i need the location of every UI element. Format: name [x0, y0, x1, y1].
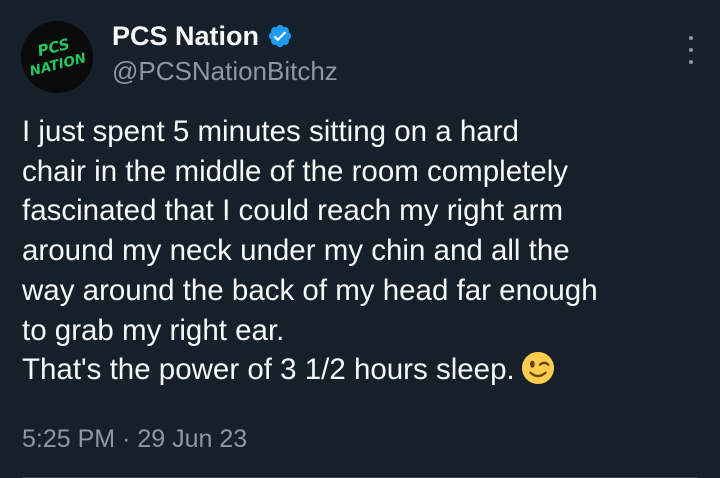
more-dot — [689, 48, 693, 52]
author-name-row[interactable]: PCS Nation — [112, 20, 293, 52]
tweet-line: chair in the middle of the room complete… — [22, 154, 569, 188]
more-options-icon[interactable] — [684, 36, 698, 64]
tweet-timestamp[interactable]: 5:25 PM · 29 Jun 23 — [22, 424, 247, 454]
verified-badge-icon[interactable] — [267, 23, 293, 49]
tweet-line: I just spent 5 minutes sitting on a hard — [22, 115, 519, 148]
tweet-line: fascinated that I could reach my right a… — [22, 194, 564, 228]
tweet-text: I just spent 5 minutes sitting on a hard… — [22, 112, 712, 390]
wink-emoji — [521, 351, 555, 385]
author-handle[interactable]: @PCSNationBitchz — [112, 56, 338, 86]
more-dot — [689, 36, 693, 40]
tweet-card: PCS NATION PCS Nation @PCSNationBitchz I… — [0, 0, 720, 478]
tweet-line: to grab my right ear. — [22, 313, 285, 347]
more-dot — [689, 60, 693, 64]
avatar-logo: PCS NATION — [21, 21, 93, 93]
tweet-line: That's the power of 3 1/2 hours sleep. — [22, 353, 515, 387]
tweet-line: around my neck under my chin and all the — [22, 234, 570, 268]
avatar[interactable]: PCS NATION — [21, 21, 93, 93]
tweet-last-line: That's the power of 3 1/2 hours sleep. — [22, 350, 712, 390]
display-name[interactable]: PCS Nation — [112, 20, 259, 52]
tweet-line: way around the back of my head far enoug… — [22, 273, 598, 307]
